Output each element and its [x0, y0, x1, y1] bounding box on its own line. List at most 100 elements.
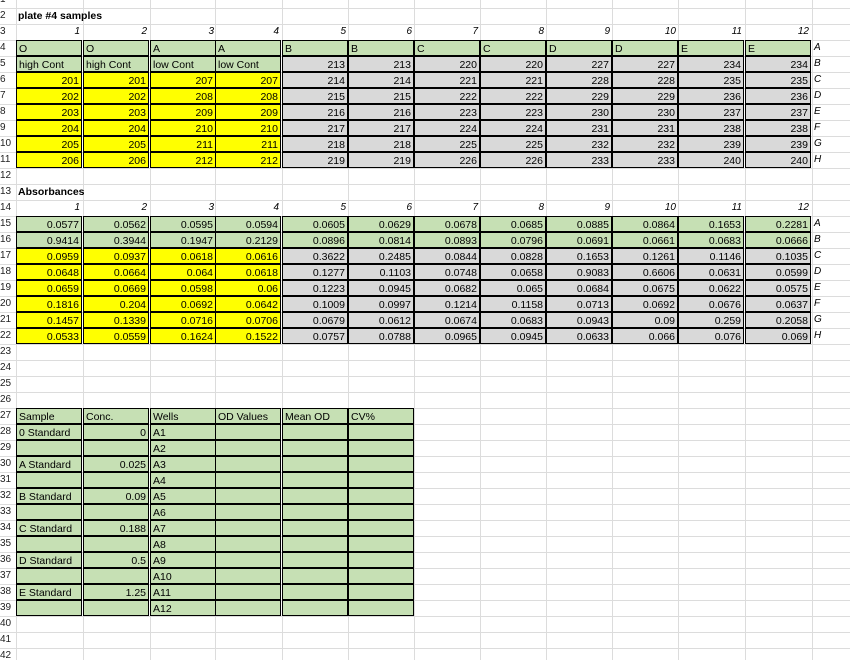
standard-cv-cell[interactable] [348, 600, 414, 616]
plate-id-cell[interactable]: 201 [83, 72, 149, 88]
column-number[interactable]: 6 [348, 200, 414, 216]
standard-od-values-cell[interactable] [215, 424, 281, 440]
standard-sample-cell[interactable]: B Standard [16, 488, 82, 504]
standard-cv-cell[interactable] [348, 440, 414, 456]
absorbance-cell[interactable]: 0.0682 [414, 280, 480, 296]
standard-mean-od-cell[interactable] [282, 488, 348, 504]
absorbance-cell[interactable]: 0.1035 [745, 248, 811, 264]
plate-id-cell[interactable]: 217 [348, 120, 414, 136]
plate-label-cell[interactable]: D [546, 40, 612, 56]
absorbance-cell[interactable]: 0.1947 [150, 232, 216, 248]
standard-mean-od-cell[interactable] [282, 600, 348, 616]
plate-id-cell[interactable]: 222 [414, 88, 480, 104]
row-number[interactable]: 41 [0, 632, 14, 648]
absorbance-cell[interactable]: 0.0684 [546, 280, 612, 296]
plate-id-cell[interactable]: 212 [215, 152, 281, 168]
standard-cv-cell[interactable] [348, 552, 414, 568]
absorbance-cell[interactable]: 0.0885 [546, 216, 612, 232]
standard-mean-od-cell[interactable] [282, 584, 348, 600]
plate-id-cell[interactable]: 229 [546, 88, 612, 104]
row-number[interactable]: 1 [0, 0, 14, 8]
column-number[interactable]: 6 [348, 24, 414, 40]
absorbance-cell[interactable]: 0.0622 [678, 280, 744, 296]
standard-conc-cell[interactable]: 1.25 [83, 584, 149, 600]
absorbance-cell[interactable]: 0.0796 [480, 232, 546, 248]
standard-sample-cell[interactable]: D Standard [16, 552, 82, 568]
absorbance-cell[interactable]: 0.9414 [16, 232, 82, 248]
plate-id-cell[interactable]: 232 [612, 136, 678, 152]
plate-id-cell[interactable]: 238 [745, 120, 811, 136]
absorbance-cell[interactable]: 0.0633 [546, 328, 612, 344]
standard-well-cell[interactable]: A11 [150, 584, 216, 600]
absorbance-cell[interactable]: 0.1158 [480, 296, 546, 312]
plate-id-cell[interactable]: 237 [745, 104, 811, 120]
plate-label-cell[interactable]: C [480, 40, 546, 56]
standard-conc-cell[interactable] [83, 440, 149, 456]
standard-sample-cell[interactable] [16, 568, 82, 584]
plate-id-cell[interactable]: 219 [348, 152, 414, 168]
column-number[interactable]: 4 [215, 24, 281, 40]
plate-id-cell[interactable]: 221 [414, 72, 480, 88]
row-number[interactable]: 3 [0, 24, 14, 40]
absorbance-cell[interactable]: 0.0679 [282, 312, 348, 328]
plate-id-cell[interactable]: 218 [282, 136, 348, 152]
absorbance-cell[interactable]: 0.0814 [348, 232, 414, 248]
row-number[interactable]: 9 [0, 120, 14, 136]
row-number[interactable]: 23 [0, 344, 14, 360]
plate-id-cell[interactable]: 233 [546, 152, 612, 168]
column-number[interactable]: 9 [546, 200, 612, 216]
plate-id-cell[interactable]: 227 [612, 56, 678, 72]
absorbance-cell[interactable]: 0.0685 [480, 216, 546, 232]
plate-label-cell[interactable]: B [282, 40, 348, 56]
standards-header-cell[interactable]: CV% [348, 408, 414, 424]
standard-od-values-cell[interactable] [215, 536, 281, 552]
plate-id-cell[interactable]: 204 [16, 120, 82, 136]
column-number[interactable]: 2 [83, 200, 149, 216]
row-number[interactable]: 30 [0, 456, 14, 472]
row-number[interactable]: 42 [0, 648, 14, 660]
plate-id-cell[interactable]: 238 [678, 120, 744, 136]
standard-well-cell[interactable]: A8 [150, 536, 216, 552]
column-number[interactable]: 10 [612, 200, 678, 216]
absorbance-cell[interactable]: 0.0562 [83, 216, 149, 232]
plate-id-cell[interactable]: 216 [282, 104, 348, 120]
row-number[interactable]: 8 [0, 104, 14, 120]
column-number[interactable]: 7 [414, 24, 480, 40]
plate-id-cell[interactable]: 205 [83, 136, 149, 152]
standard-mean-od-cell[interactable] [282, 504, 348, 520]
column-number[interactable]: 4 [215, 200, 281, 216]
row-number[interactable]: 35 [0, 536, 14, 552]
absorbance-cell[interactable]: 0.0618 [150, 248, 216, 264]
column-number[interactable]: 5 [282, 200, 348, 216]
absorbance-cell[interactable]: 0.0893 [414, 232, 480, 248]
absorbance-cell[interactable]: 0.0661 [612, 232, 678, 248]
absorbance-cell[interactable]: 0.0598 [150, 280, 216, 296]
plate-id-cell[interactable]: 223 [480, 104, 546, 120]
plate-id-cell[interactable]: 232 [546, 136, 612, 152]
absorbance-cell[interactable]: 0.1223 [282, 280, 348, 296]
standard-od-values-cell[interactable] [215, 440, 281, 456]
standard-conc-cell[interactable]: 0.09 [83, 488, 149, 504]
row-number[interactable]: 20 [0, 296, 14, 312]
plate-id-cell[interactable]: 228 [612, 72, 678, 88]
plate-id-cell[interactable]: 225 [480, 136, 546, 152]
plate-id-cell[interactable]: 229 [612, 88, 678, 104]
absorbance-cell[interactable]: 0.0757 [282, 328, 348, 344]
plate-id-cell[interactable]: 210 [150, 120, 216, 136]
standard-sample-cell[interactable]: 0 Standard [16, 424, 82, 440]
standard-well-cell[interactable]: A5 [150, 488, 216, 504]
row-number[interactable]: 32 [0, 488, 14, 504]
standard-well-cell[interactable]: A1 [150, 424, 216, 440]
plate-id-cell[interactable]: 212 [150, 152, 216, 168]
plate-id-cell[interactable]: 239 [678, 136, 744, 152]
plate-id-cell[interactable]: 214 [348, 72, 414, 88]
plate-id-cell[interactable]: 227 [546, 56, 612, 72]
standard-od-values-cell[interactable] [215, 520, 281, 536]
column-number[interactable]: 11 [678, 200, 744, 216]
plate-id-cell[interactable]: 210 [215, 120, 281, 136]
row-number[interactable]: 13 [0, 184, 14, 200]
absorbance-cell[interactable]: 0.1816 [16, 296, 82, 312]
absorbance-cell[interactable]: 0.0648 [16, 264, 82, 280]
row-number[interactable]: 4 [0, 40, 14, 56]
row-number[interactable]: 25 [0, 376, 14, 392]
